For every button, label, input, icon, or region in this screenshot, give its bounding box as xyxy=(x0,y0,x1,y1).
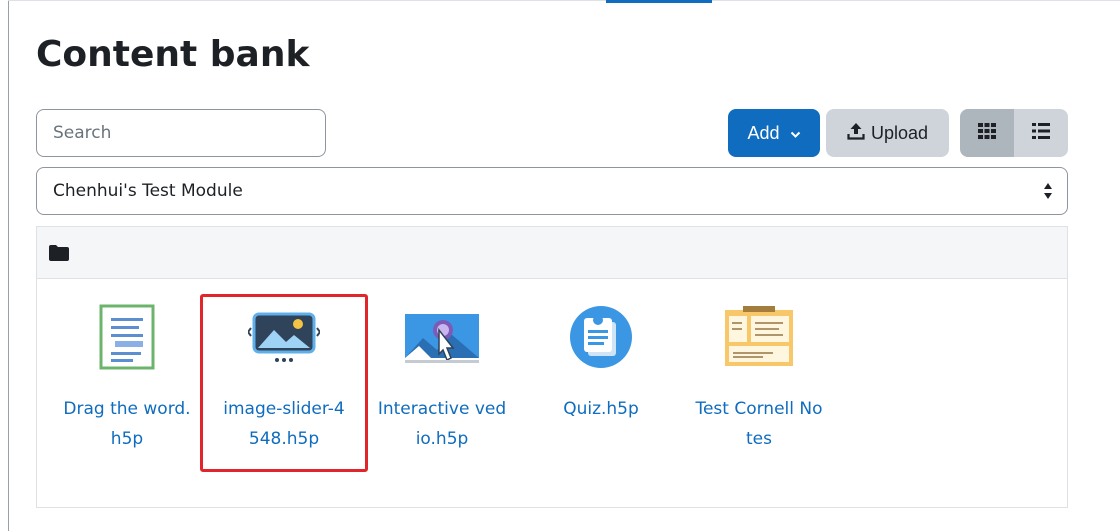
content-item-name[interactable]: Interactive vedio.h5p xyxy=(372,394,512,454)
folder-icon xyxy=(49,245,69,265)
window-top-border xyxy=(8,0,1120,1)
drag-words-icon xyxy=(57,294,197,380)
grid-view-button[interactable] xyxy=(960,109,1014,157)
grid-icon xyxy=(978,122,996,144)
add-button-label: Add xyxy=(747,122,780,143)
chevron-down-icon xyxy=(790,123,801,144)
search-input[interactable] xyxy=(36,109,326,157)
content-item-name[interactable]: Test Cornell Notes xyxy=(689,394,829,454)
select-arrows-icon xyxy=(1043,182,1053,205)
upload-button[interactable]: Upload xyxy=(826,109,949,157)
page-title: Content bank xyxy=(36,34,310,75)
interactive-video-icon xyxy=(372,294,512,380)
add-button[interactable]: Add xyxy=(728,109,820,157)
upload-button-label: Upload xyxy=(870,122,929,143)
content-item[interactable]: Interactive vedio.h5p xyxy=(372,288,512,454)
quiz-icon xyxy=(531,294,671,380)
image-slider-icon xyxy=(214,294,354,380)
window-left-border xyxy=(8,0,9,531)
content-item[interactable]: Drag the word.h5p xyxy=(57,288,197,454)
content-item-name[interactable]: Quiz.h5p xyxy=(531,394,671,424)
list-icon xyxy=(1032,122,1050,144)
panel-header xyxy=(37,227,1067,279)
content-item-name[interactable]: Drag the word.h5p xyxy=(57,394,197,454)
context-select-value: Chenhui's Test Module xyxy=(53,181,243,201)
upload-icon xyxy=(847,122,865,145)
content-item[interactable]: image-slider-4548.h5p xyxy=(214,288,354,454)
list-view-button[interactable] xyxy=(1014,109,1068,157)
active-nav-indicator xyxy=(606,0,712,3)
content-item[interactable]: Quiz.h5p xyxy=(531,288,671,424)
content-item[interactable]: Test Cornell Notes xyxy=(689,288,829,454)
cornell-notes-icon xyxy=(689,294,829,380)
content-item-name[interactable]: image-slider-4548.h5p xyxy=(214,394,354,454)
context-select[interactable]: Chenhui's Test Module xyxy=(36,167,1068,215)
